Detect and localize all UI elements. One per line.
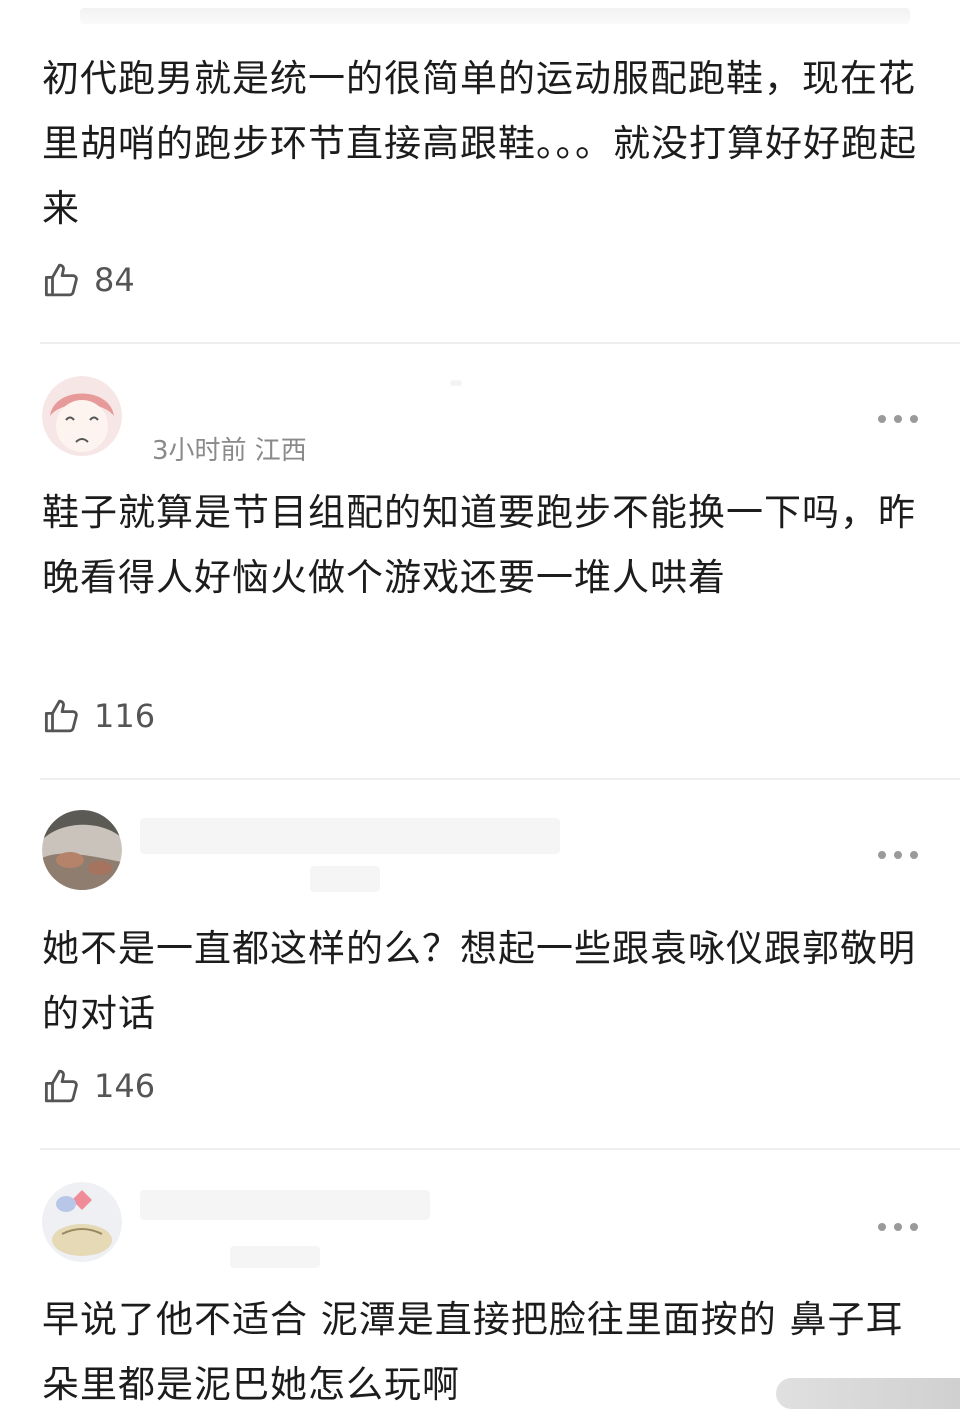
like-count: 84 — [94, 261, 135, 299]
comment-text: 初代跑男就是统一的很简单的运动服配跑鞋，现在花里胡哨的跑步环节直接高跟鞋。。。就… — [42, 57, 917, 230]
comment-text: 她不是一直都这样的么？想起一些跟袁咏仪跟郭敬明的对话 — [42, 927, 916, 1035]
thumbs-up-icon — [44, 1069, 78, 1103]
blurred-username — [140, 1190, 430, 1220]
top-partial-bar — [80, 8, 910, 24]
blurred-username — [450, 380, 462, 386]
thumbs-up-icon — [44, 263, 78, 297]
divider — [40, 778, 960, 780]
home-indicator — [776, 1378, 960, 1409]
like-button[interactable]: 84 — [42, 258, 135, 302]
thumbs-up-icon — [44, 699, 78, 733]
divider — [40, 1148, 960, 1150]
like-button[interactable]: 146 — [42, 1064, 155, 1108]
more-dots-icon[interactable] — [878, 1220, 918, 1234]
comment-meta: 3小时前 江西 — [152, 436, 307, 466]
avatar[interactable] — [42, 810, 122, 890]
more-dots-icon[interactable] — [878, 848, 918, 862]
avatar[interactable] — [42, 1182, 122, 1262]
avatar[interactable] — [42, 376, 122, 456]
like-button[interactable]: 116 — [42, 694, 155, 738]
blurred-meta — [230, 1246, 320, 1268]
more-dots-icon[interactable] — [878, 412, 918, 426]
like-count: 116 — [94, 697, 156, 735]
comment-text: 鞋子就算是节目组配的知道要跑步不能换一下吗，昨晚看得人好恼火做个游戏还要一堆人哄… — [42, 491, 916, 599]
blurred-meta — [310, 866, 380, 892]
blurred-username — [140, 818, 560, 854]
divider — [40, 342, 960, 344]
like-count: 146 — [94, 1067, 156, 1105]
